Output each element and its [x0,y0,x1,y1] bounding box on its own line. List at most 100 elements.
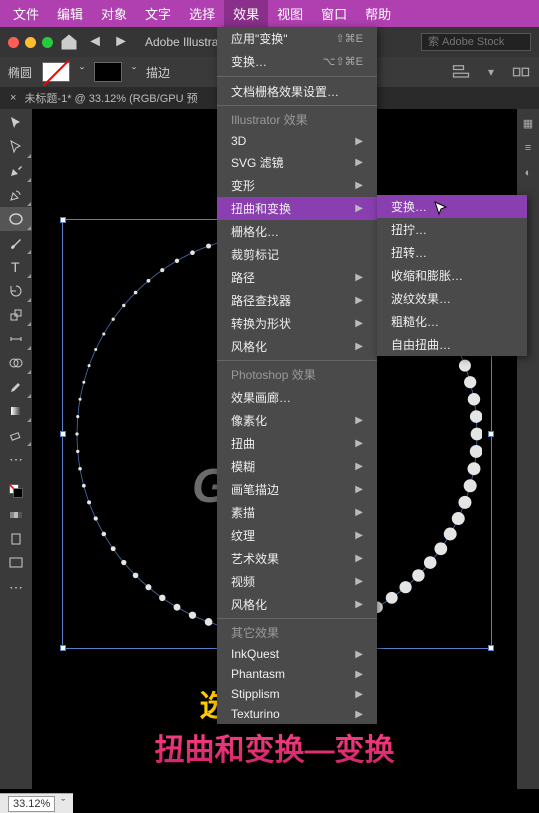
ps-effect-1[interactable]: 像素化▶ [217,409,377,432]
ai-effect-5[interactable]: 裁剪标记 [217,243,377,266]
menu-file[interactable]: 文件 [4,0,48,27]
curvature-tool[interactable] [0,183,32,207]
ellipse-tool[interactable] [0,207,32,231]
submenu-item-4[interactable]: 波纹效果… [377,287,527,310]
ai-effect-4[interactable]: 栅格化… [217,220,377,243]
stroke-label: 描边 [146,64,170,81]
eyedropper-tool[interactable] [0,375,32,399]
ai-effect-1[interactable]: SVG 滤镜▶ [217,151,377,174]
menu-last-effect[interactable]: 变换…⌥⇧⌘E [217,50,377,73]
svg-text:T: T [11,259,20,275]
ai-effect-8[interactable]: 转换为形状▶ [217,312,377,335]
scale-tool[interactable] [0,303,32,327]
ps-effect-9[interactable]: 风格化▶ [217,593,377,616]
ai-effect-2[interactable]: 变形▶ [217,174,377,197]
gradient-tool[interactable] [0,399,32,423]
more-tools[interactable]: ⋯ [0,447,32,471]
width-tool[interactable] [0,327,32,351]
menu-edit[interactable]: 编辑 [48,0,92,27]
toolbar: T ⋯ ⋯ [0,109,32,789]
fill-stroke-swap[interactable] [0,479,32,503]
align-dropdown[interactable]: ▾ [481,63,501,81]
ps-effect-3[interactable]: 模糊▶ [217,455,377,478]
ai-effect-7[interactable]: 路径查找器▶ [217,289,377,312]
panel-layers-icon[interactable]: ≡ [517,137,539,159]
rotate-tool[interactable] [0,279,32,303]
other-effect-3[interactable]: Texturino▶ [217,704,377,724]
stroke-dropdown[interactable]: ˇ [132,65,136,79]
ps-effect-0[interactable]: 效果画廊… [217,386,377,409]
search-input[interactable] [421,33,531,51]
ps-effect-4[interactable]: 画笔描边▶ [217,478,377,501]
home-icon[interactable] [59,32,79,52]
handle-tl[interactable] [60,217,66,223]
cursor-icon [433,200,449,219]
fill-swatch[interactable] [42,62,70,82]
menu-effect[interactable]: 效果 [224,0,268,27]
ps-effect-6[interactable]: 纹理▶ [217,524,377,547]
menu-apply-last[interactable]: 应用"变换"⇧⌘E [217,27,377,50]
handle-ml[interactable] [60,431,66,437]
submenu-item-1[interactable]: 扭拧… [377,218,527,241]
ai-effect-6[interactable]: 路径▶ [217,266,377,289]
ai-effect-0[interactable]: 3D▶ [217,131,377,151]
edit-toolbar[interactable]: ⋯ [0,575,32,599]
menu-select[interactable]: 选择 [180,0,224,27]
menu-window[interactable]: 窗口 [312,0,356,27]
paintbrush-tool[interactable] [0,231,32,255]
color-mode[interactable] [0,503,32,527]
ps-effect-5[interactable]: 素描▶ [217,501,377,524]
ps-effect-2[interactable]: 扭曲▶ [217,432,377,455]
panel-color-icon[interactable]: ◐ [517,162,539,184]
distort-transform-submenu: 变换…扭拧…扭转…收缩和膨胀…波纹效果…粗糙化…自由扭曲… [377,195,527,356]
ps-effect-8[interactable]: 视频▶ [217,570,377,593]
statusbar: 33.12% ˇ [0,793,73,813]
menu-help[interactable]: 帮助 [356,0,400,27]
close-tab-icon[interactable]: × [10,92,16,104]
selection-tool[interactable] [0,111,32,135]
zoom-level[interactable]: 33.12% [8,796,55,812]
other-effect-0[interactable]: InkQuest▶ [217,644,377,664]
submenu-item-5[interactable]: 粗糙化… [377,310,527,333]
menubar: 文件 编辑 对象 文字 选择 效果 视图 窗口 帮助 [0,0,539,27]
handle-mr[interactable] [488,431,494,437]
ps-effect-7[interactable]: 艺术效果▶ [217,547,377,570]
submenu-item-0[interactable]: 变换… [377,195,527,218]
handle-bl[interactable] [60,645,66,651]
section-illustrator: Illustrator 效果 [217,105,377,131]
submenu-item-6[interactable]: 自由扭曲… [377,333,527,356]
close-window-button[interactable] [8,37,19,48]
handle-br[interactable] [488,645,494,651]
other-effect-1[interactable]: Phantasm▶ [217,664,377,684]
nav-fwd-icon[interactable]: ► [111,32,131,52]
app-title: Adobe Illustrat [145,35,222,49]
menu-raster-settings[interactable]: 文档栅格效果设置… [217,80,377,103]
type-tool[interactable]: T [0,255,32,279]
section-other: 其它效果 [217,618,377,644]
zoom-dropdown-icon[interactable]: ˇ [61,798,65,810]
draw-mode[interactable] [0,527,32,551]
eraser-tool[interactable] [0,423,32,447]
ai-effect-9[interactable]: 风格化▶ [217,335,377,358]
minimize-window-button[interactable] [25,37,36,48]
submenu-item-3[interactable]: 收缩和膨胀… [377,264,527,287]
panel-properties-icon[interactable]: ▦ [517,112,539,134]
direct-selection-tool[interactable] [0,135,32,159]
pen-tool[interactable] [0,159,32,183]
nav-back-icon[interactable]: ◄ [85,32,105,52]
menu-type[interactable]: 文字 [136,0,180,27]
menu-object[interactable]: 对象 [92,0,136,27]
fill-dropdown[interactable]: ˇ [80,65,84,79]
screen-mode[interactable] [0,551,32,575]
zoom-window-button[interactable] [42,37,53,48]
window-controls [8,37,53,48]
other-effect-2[interactable]: Stipplism▶ [217,684,377,704]
shape-builder-tool[interactable] [0,351,32,375]
submenu-item-2[interactable]: 扭转… [377,241,527,264]
transform-icon[interactable] [511,63,531,81]
align-left-icon[interactable] [451,63,471,81]
ai-effect-3[interactable]: 扭曲和变换▶ [217,197,377,220]
stroke-swatch[interactable] [94,62,122,82]
menu-view[interactable]: 视图 [268,0,312,27]
shape-label: 椭圆 [8,64,32,81]
